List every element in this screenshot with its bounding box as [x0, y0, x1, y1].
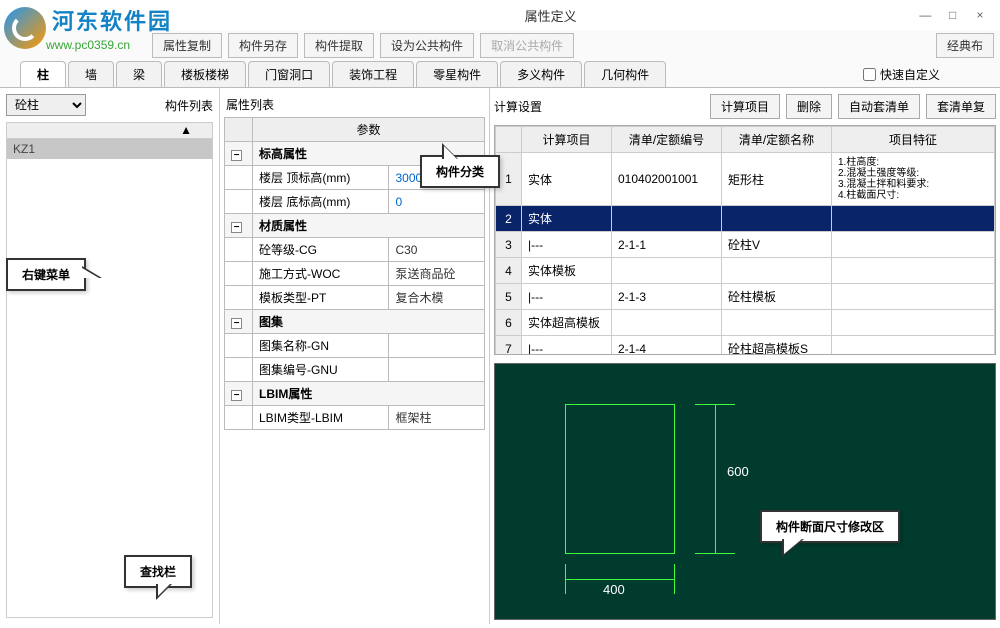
site-logo: 河东软件园 www.pc0359.cn: [4, 4, 172, 52]
prop-value[interactable]: 泵送商品砼: [389, 262, 485, 286]
table-row[interactable]: 3|---2-1-1砼柱V: [496, 232, 995, 258]
tab-门窗洞口[interactable]: 门窗洞口: [248, 61, 330, 87]
prop-value[interactable]: C30: [389, 238, 485, 262]
logo-icon: [4, 7, 46, 49]
expander-icon[interactable]: −: [225, 214, 253, 238]
callout-component-class: 构件分类: [420, 155, 500, 188]
prop-key: 图集名称-GN: [253, 334, 389, 358]
set-public-button[interactable]: 设为公共构件: [380, 33, 474, 58]
auto-list-button[interactable]: 自动套清单: [838, 94, 920, 119]
save-as-button[interactable]: 构件另存: [228, 33, 298, 58]
property-header: 参数: [253, 118, 485, 142]
component-list-label: 构件列表: [165, 97, 213, 114]
table-row[interactable]: 4实体模板: [496, 258, 995, 284]
component-type-select[interactable]: 砼柱: [6, 94, 86, 116]
minimize-icon[interactable]: —: [913, 8, 937, 22]
logo-text: 河东软件园: [52, 4, 172, 36]
cancel-public-button[interactable]: 取消公共构件: [480, 33, 574, 58]
set-list-button[interactable]: 套清单复: [926, 94, 996, 119]
callout-search-bar: 查找栏: [124, 555, 192, 588]
prop-value[interactable]: [389, 358, 485, 382]
prop-key: LBIM类型-LBIM: [253, 406, 389, 430]
table-header: 清单/定额编号: [612, 127, 722, 153]
delete-button[interactable]: 删除: [786, 94, 832, 119]
table-row[interactable]: 1实体010402001001矩形柱1.柱高度: 2.混凝土强度等级: 3.混凝…: [496, 153, 995, 206]
quick-def-label: 快速自定义: [880, 66, 940, 83]
prop-key: 砼等级-CG: [253, 238, 389, 262]
prop-key: 模板类型-PT: [253, 286, 389, 310]
table-header: 计算项目: [522, 127, 612, 153]
calculation-panel: 计算设置 计算项目 删除 自动套清单 套清单复 计算项目清单/定额编号清单/定额…: [490, 88, 1000, 624]
calc-setting-label: 计算设置: [494, 98, 542, 115]
group-title: 材质属性: [253, 214, 485, 238]
category-tabs: 柱墙梁楼板楼梯门窗洞口装饰工程零星构件多义构件几何构件 快速自定义: [0, 60, 1000, 88]
callout-section-modify: 构件断面尺寸修改区: [760, 510, 900, 543]
prop-key: 楼层 顶标高(mm): [253, 166, 389, 190]
tab-柱[interactable]: 柱: [20, 61, 66, 87]
prop-key: 楼层 底标高(mm): [253, 190, 389, 214]
expander-icon[interactable]: −: [225, 142, 253, 166]
calc-item-button[interactable]: 计算项目: [710, 94, 780, 119]
table-row[interactable]: 2实体: [496, 206, 995, 232]
tab-墙[interactable]: 墙: [68, 61, 114, 87]
dimension-vertical: [695, 404, 735, 554]
expander-icon[interactable]: −: [225, 310, 253, 334]
table-row[interactable]: 7|---2-1-4砼柱超高模板S: [496, 336, 995, 356]
prop-value[interactable]: [389, 334, 485, 358]
tab-梁[interactable]: 梁: [116, 61, 162, 87]
classic-layout-button[interactable]: 经典布: [936, 33, 994, 58]
tab-装饰工程[interactable]: 装饰工程: [332, 61, 414, 87]
calculation-table[interactable]: 计算项目清单/定额编号清单/定额名称项目特征 1实体010402001001矩形…: [495, 126, 995, 355]
table-row[interactable]: 6实体超高模板: [496, 310, 995, 336]
group-title: 图集: [253, 310, 485, 334]
property-list-label: 属性列表: [224, 92, 485, 117]
tab-多义构件[interactable]: 多义构件: [500, 61, 582, 87]
component-panel: 砼柱 构件列表 ▲ KZ1: [0, 88, 220, 624]
list-item[interactable]: KZ1: [7, 139, 212, 159]
logo-url: www.pc0359.cn: [46, 38, 172, 52]
prop-key: 施工方式-WOC: [253, 262, 389, 286]
prop-value[interactable]: 框架柱: [389, 406, 485, 430]
sort-icon[interactable]: ▲: [7, 123, 212, 139]
tab-几何构件[interactable]: 几何构件: [584, 61, 666, 87]
expander-icon[interactable]: −: [225, 382, 253, 406]
table-header: [496, 127, 522, 153]
component-list[interactable]: ▲ KZ1: [6, 122, 213, 618]
dimension-height-value: 600: [727, 464, 749, 479]
section-rectangle: [565, 404, 675, 554]
extract-button[interactable]: 构件提取: [304, 33, 374, 58]
callout-right-menu: 右键菜单: [6, 258, 86, 291]
dimension-width-value: 400: [603, 582, 625, 597]
close-icon[interactable]: ×: [968, 8, 992, 22]
quick-def-checkbox[interactable]: [863, 68, 876, 81]
maximize-icon[interactable]: □: [941, 8, 965, 22]
table-header: 清单/定额名称: [722, 127, 832, 153]
group-title: LBIM属性: [253, 382, 485, 406]
table-row[interactable]: 5|---2-1-3砼柱模板: [496, 284, 995, 310]
window-title: 属性定义: [188, 6, 913, 25]
section-preview[interactable]: 600 400: [494, 363, 996, 620]
table-header: 项目特征: [832, 127, 995, 153]
prop-value[interactable]: 0: [389, 190, 485, 214]
tab-楼板楼梯[interactable]: 楼板楼梯: [164, 61, 246, 87]
prop-value[interactable]: 复合木模: [389, 286, 485, 310]
tab-零星构件[interactable]: 零星构件: [416, 61, 498, 87]
prop-key: 图集编号-GNU: [253, 358, 389, 382]
